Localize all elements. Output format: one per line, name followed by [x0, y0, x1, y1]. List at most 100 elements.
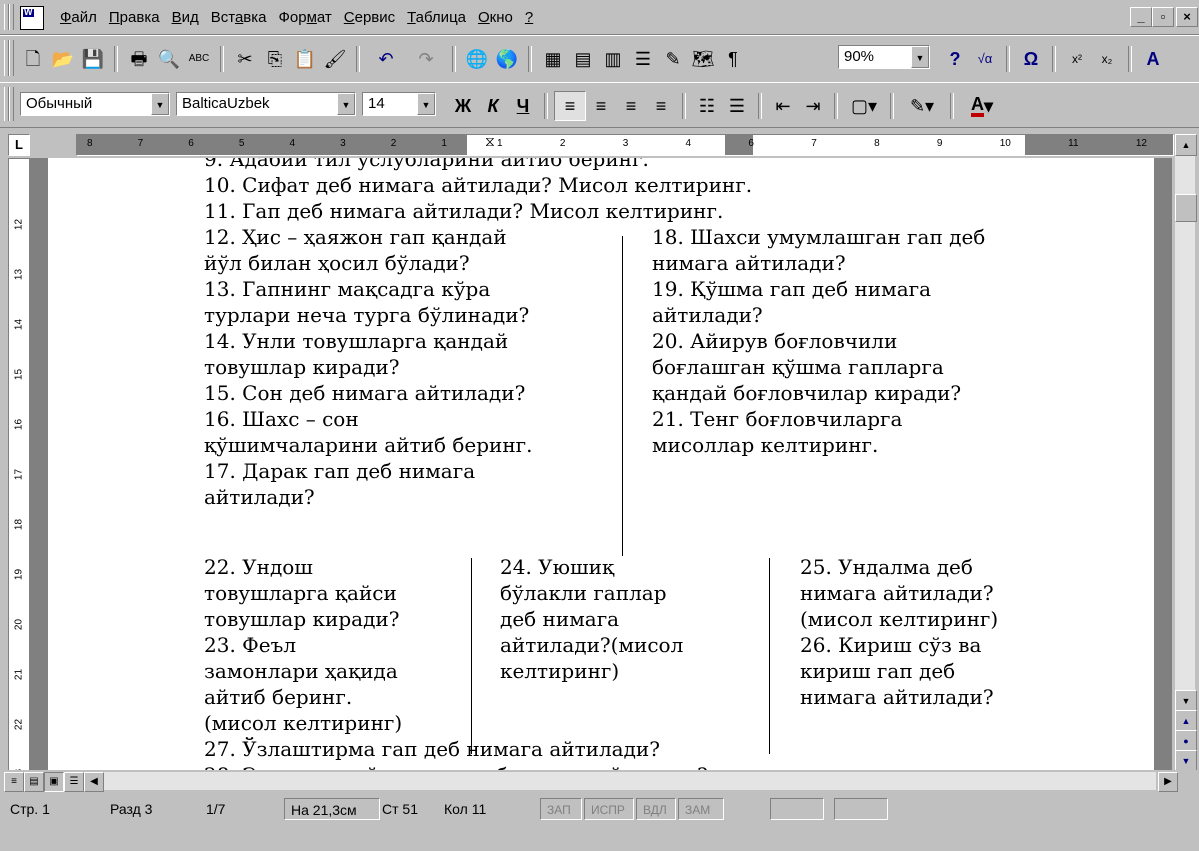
vertical-scrollbar[interactable]: ▲ ▼ ▲ ● ▼	[1175, 134, 1197, 772]
print-preview-icon[interactable]: 🔍	[154, 45, 184, 73]
vruler-number: 14	[13, 318, 25, 331]
undo-icon[interactable]: ↶	[366, 45, 406, 73]
save-icon[interactable]: 💾	[78, 45, 108, 73]
menu-item-7[interactable]: Окно	[472, 8, 519, 28]
tab-selector-icon[interactable]: L	[8, 134, 30, 156]
zoom-dropdown-icon[interactable]: ▼	[911, 46, 929, 68]
restore-button[interactable]: ▫	[1152, 7, 1174, 27]
scroll-right-icon[interactable]: ▶	[1158, 772, 1178, 792]
next-page-icon[interactable]: ▼	[1175, 750, 1197, 772]
font-size-dropdown-icon[interactable]: ▼	[417, 93, 435, 115]
indent-marker-icon[interactable]: ⧖	[485, 133, 495, 150]
menu-item-6[interactable]: Таблица	[401, 8, 472, 28]
insert-table-icon[interactable]: ▤	[568, 45, 598, 73]
scroll-left-icon[interactable]: ◀	[84, 772, 104, 792]
help-icon[interactable]: ?	[940, 45, 970, 73]
doc-line: нимага айтилади?	[652, 251, 846, 275]
document-page[interactable]: 9. Адабий тил услубларини айтиб беринг. …	[48, 158, 1154, 770]
normal-view-icon[interactable]: ≡	[4, 772, 24, 792]
equation-icon[interactable]: √α	[970, 45, 1000, 73]
document-map-icon[interactable]: 🗺	[688, 45, 718, 73]
font-size-select[interactable]: 14 ▼	[362, 92, 436, 116]
tables-borders-icon[interactable]: ▦	[538, 45, 568, 73]
paste-icon[interactable]: 📋	[290, 45, 320, 73]
format-painter-icon[interactable]: 🖌	[320, 45, 350, 73]
menu-item-3[interactable]: Вставка	[205, 8, 273, 28]
doc-line: товушлар киради?	[204, 355, 400, 379]
align-center-icon[interactable]: ≡	[586, 92, 616, 120]
italic-button[interactable]: К	[478, 92, 508, 120]
align-left-icon[interactable]: ≡	[554, 91, 586, 121]
copy-icon[interactable]: ⎘	[260, 45, 290, 73]
spelling-icon[interactable]: ABC	[184, 45, 214, 73]
doc-line-11: 11. Гап деб нимага айтилади? Мисол келти…	[204, 199, 724, 223]
font-color-icon[interactable]: A ▾	[960, 92, 1004, 120]
bold-button[interactable]: Ж	[448, 92, 478, 120]
text-direction-icon[interactable]: A	[1138, 45, 1168, 73]
insert-excel-icon[interactable]: ▥	[598, 45, 628, 73]
underline-button[interactable]: Ч	[508, 92, 538, 120]
numbering-icon[interactable]: ☷	[692, 92, 722, 120]
font-dropdown-icon[interactable]: ▼	[337, 93, 355, 115]
separator	[1052, 46, 1056, 72]
minimize-button[interactable]: _	[1130, 7, 1152, 27]
justify-icon[interactable]: ≡	[646, 92, 676, 120]
style-dropdown-icon[interactable]: ▼	[151, 93, 169, 115]
toolbar-grip-2[interactable]	[9, 40, 14, 76]
status-mode-trk[interactable]: ИСПР	[584, 798, 634, 820]
doc-line: 14. Унли товушларга қандай	[204, 329, 509, 353]
column-divider-2	[471, 558, 472, 754]
font-color-letter: A	[970, 95, 984, 117]
redo-icon[interactable]: ↷	[406, 45, 446, 73]
horizontal-scrollbar[interactable]	[104, 772, 1156, 790]
outline-view-icon[interactable]: ☰	[64, 772, 84, 792]
web-toolbar-icon[interactable]: 🌎	[492, 45, 522, 73]
decrease-indent-icon[interactable]: ⇤	[768, 92, 798, 120]
subscript-icon[interactable]: x₂	[1092, 45, 1122, 73]
vertical-ruler[interactable]: 121314151617181920212223	[8, 158, 30, 780]
web-view-icon[interactable]: ▤	[24, 772, 44, 792]
symbol-icon[interactable]: Ω	[1016, 45, 1046, 73]
previous-page-icon[interactable]: ▲	[1175, 710, 1197, 732]
new-icon[interactable]: 🗋	[18, 45, 48, 73]
cut-icon[interactable]: ✂	[230, 45, 260, 73]
scroll-thumb[interactable]	[1175, 194, 1197, 222]
print-icon[interactable]: 🖶	[124, 45, 154, 73]
horizontal-ruler[interactable]: 87654321 1 2 3 4 6 7 8 9 10 11 12 ⧖	[76, 133, 1174, 156]
menu-item-2[interactable]: Вид	[166, 8, 205, 28]
menu-item-1[interactable]: Правка	[103, 8, 166, 28]
show-formatting-icon[interactable]: ¶	[718, 45, 748, 73]
hyperlink-icon[interactable]: 🌐	[462, 45, 492, 73]
bullets-icon[interactable]: ☰	[722, 92, 752, 120]
menu-item-4[interactable]: Формат	[272, 8, 337, 28]
menu-item-8[interactable]: ?	[519, 8, 539, 28]
menu-item-5[interactable]: Сервис	[338, 8, 401, 28]
close-button[interactable]: ×	[1176, 7, 1198, 27]
scroll-down-icon[interactable]: ▼	[1175, 690, 1197, 712]
scroll-up-icon[interactable]: ▲	[1175, 134, 1197, 156]
align-right-icon[interactable]: ≡	[616, 92, 646, 120]
highlight-icon[interactable]: ✎▾	[900, 92, 944, 120]
superscript-icon[interactable]: x²	[1062, 45, 1092, 73]
columns-icon[interactable]: ☰	[628, 45, 658, 73]
drawing-icon[interactable]: ✎	[658, 45, 688, 73]
status-pages: 1/7	[206, 801, 226, 817]
document-icon[interactable]	[20, 6, 44, 30]
menubar-grip-2[interactable]	[9, 4, 14, 30]
status-mode-rec[interactable]: ЗАП	[540, 798, 582, 820]
doc-line: айтилади?	[652, 303, 763, 327]
open-icon[interactable]: 📂	[48, 45, 78, 73]
menu-item-0[interactable]: Файл	[54, 8, 103, 28]
zoom-select[interactable]: 90% ▼	[838, 45, 930, 69]
increase-indent-icon[interactable]: ⇥	[798, 92, 828, 120]
page-layout-view-icon[interactable]: ▣	[44, 772, 64, 792]
browse-object-icon[interactable]: ●	[1175, 730, 1197, 752]
status-mode-ext[interactable]: ВДЛ	[636, 798, 676, 820]
toolbar-grip-2[interactable]	[9, 87, 14, 121]
style-select[interactable]: Обычный ▼	[20, 92, 170, 116]
font-select[interactable]: BalticaUzbek ▼	[176, 92, 356, 116]
doc-line: келтиринг)	[500, 659, 620, 683]
status-mode-ovr[interactable]: ЗАМ	[678, 798, 724, 820]
borders-icon[interactable]: ▢▾	[844, 92, 884, 120]
vruler-number: 20	[13, 618, 25, 631]
